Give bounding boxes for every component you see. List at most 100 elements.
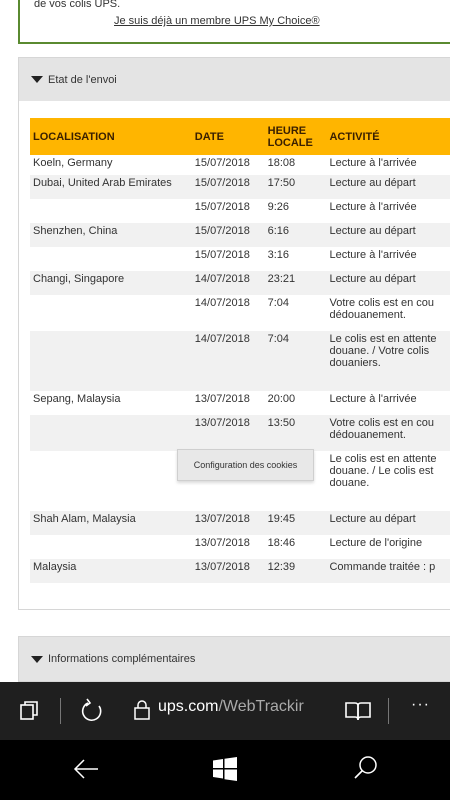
- tabs-icon[interactable]: [19, 701, 39, 721]
- cell-activity: Votre colis est en cou dédouanement.: [329, 297, 435, 321]
- cell-time: 19:45: [264, 511, 327, 535]
- cell-location: [30, 295, 192, 331]
- url-field[interactable]: ups.com/WebTrackir: [158, 698, 333, 716]
- table-row: Shenzhen, China 15/07/2018 6:16 Lecture au …: [30, 223, 450, 247]
- promo-text: de vos colis UPS.: [34, 0, 121, 10]
- cell-activity: Lecture au départ: [326, 175, 450, 199]
- cell-location: Changi, Singapore: [30, 271, 192, 295]
- table-row: Sepang, Malaysia 13/07/2018 20:00 Lecture à…: [30, 391, 450, 415]
- cell-activity: Lecture à l'arrivée: [329, 157, 417, 169]
- table-row: 13/07/2018 13:50 Votre colis est en cou dé…: [30, 415, 450, 451]
- cell-location: Shenzhen, China: [30, 223, 192, 247]
- cell-time: 6:16: [264, 223, 327, 247]
- web-page: de vos colis UPS. Je suis déjà un membre…: [0, 0, 450, 682]
- member-login-link[interactable]: Je suis déjà un membre UPS My Choice®: [114, 15, 320, 27]
- table-row: Malaysia 13/07/2018 12:39 Commande traitée …: [30, 559, 450, 583]
- cell-location: Malaysia: [30, 559, 192, 583]
- cell-time: 18:46: [267, 537, 296, 549]
- cookie-settings-button[interactable]: Configuration des cookies: [177, 449, 314, 481]
- cell-date: 13/07/2018: [194, 393, 250, 405]
- column-header-time: HEURE LOCALE: [264, 118, 327, 155]
- column-header-activity: ACTIVITÉ: [326, 118, 450, 155]
- cell-location: Sepang, Malaysia: [33, 393, 121, 405]
- table-row: 15/07/2018 3:16 Lecture à l'arrivée: [30, 247, 450, 271]
- cell-date: 13/07/2018: [191, 511, 265, 535]
- cell-date: 15/07/2018: [194, 157, 250, 169]
- table-row: 14/07/2018 7:04 Votre colis est en cou déd…: [30, 295, 450, 331]
- cell-time: 20:00: [267, 393, 296, 405]
- back-icon[interactable]: [72, 757, 100, 781]
- more-icon[interactable]: ···: [411, 696, 430, 714]
- shipment-status-title: Etat de l'envoi: [48, 73, 117, 86]
- table-row: Koeln, Germany 15/07/2018 18:08 Lecture à l…: [30, 155, 450, 175]
- windows-icon[interactable]: [212, 757, 238, 781]
- shipment-status-header[interactable]: Etat de l'envoi: [19, 58, 450, 101]
- toolbar-divider: [60, 698, 61, 724]
- cell-activity: Lecture à l'arrivée: [329, 249, 417, 261]
- browser-address-bar: ups.com/WebTrackir ···: [0, 682, 450, 740]
- table-row: Dubai, United Arab Emirates 15/07/2018 17:…: [30, 175, 450, 199]
- cell-activity: Lecture au départ: [326, 271, 450, 295]
- cell-time: 12:39: [264, 559, 327, 583]
- table-row: Changi, Singapore 14/07/2018 23:21 Lecture …: [30, 271, 450, 295]
- cell-location: Koeln, Germany: [33, 157, 113, 169]
- lock-icon: [134, 700, 150, 720]
- cell-activity: Commande traitée : p: [326, 559, 450, 583]
- cell-activity: Lecture de l'origine: [329, 537, 423, 549]
- cell-time: 18:08: [267, 157, 296, 169]
- cell-location: [30, 535, 192, 559]
- cell-time: 23:21: [264, 271, 327, 295]
- caret-down-icon: [31, 76, 43, 83]
- url-host: ups.com: [158, 698, 219, 715]
- cell-location: Dubai, United Arab Emirates: [30, 175, 192, 199]
- additional-info-header[interactable]: Informations complémentaires: [18, 636, 450, 682]
- toolbar-divider: [388, 698, 389, 724]
- cell-time: 3:16: [267, 249, 290, 261]
- cell-location: [30, 415, 192, 451]
- table-row: 15/07/2018 9:26 Lecture à l'arrivée: [30, 199, 450, 223]
- cell-activity: Lecture à l'arrivée: [329, 393, 417, 405]
- tracking-table: LOCALISATION DATE HEURE LOCALE ACTIVITÉ …: [30, 118, 450, 583]
- cell-date: 15/07/2018: [194, 201, 250, 213]
- cell-time: 7:04: [267, 297, 290, 309]
- cell-date: 15/07/2018: [191, 175, 265, 199]
- cell-activity: Lecture au départ: [326, 511, 450, 535]
- column-header-location: LOCALISATION: [30, 118, 192, 155]
- cell-time: 7:04: [264, 331, 327, 391]
- cell-location: [30, 331, 192, 391]
- table-row: 14/07/2018 7:04 Le colis est en attente do…: [30, 331, 450, 391]
- cell-activity: Lecture au départ: [326, 223, 450, 247]
- caret-down-icon: [31, 655, 43, 663]
- cell-location: [30, 199, 192, 223]
- tracking-rows: Koeln, Germany 15/07/2018 18:08 Lecture à l…: [30, 155, 450, 583]
- cell-date: 14/07/2018: [194, 297, 250, 309]
- column-header-date: DATE: [191, 118, 265, 155]
- mychoice-promo: de vos colis UPS. Je suis déjà un membre…: [18, 0, 450, 44]
- cell-activity: Lecture à l'arrivée: [329, 201, 417, 213]
- cell-location: Shah Alam, Malaysia: [30, 511, 192, 535]
- cell-date: 15/07/2018: [194, 249, 250, 261]
- cell-location: [30, 451, 192, 511]
- url-path: /WebTrackir: [218, 698, 304, 715]
- cell-time: 13:50: [264, 415, 327, 451]
- refresh-icon[interactable]: [79, 698, 105, 724]
- cell-activity: Le colis est en attente douane. / Le col…: [329, 453, 437, 489]
- cell-time: 9:26: [267, 201, 290, 213]
- cell-time: 17:50: [264, 175, 327, 199]
- cell-date: 14/07/2018: [191, 271, 265, 295]
- cell-date: 13/07/2018: [191, 415, 265, 451]
- cell-location: [30, 247, 192, 271]
- additional-info-title: Informations complémentaires: [48, 653, 196, 665]
- shipment-status-panel: Etat de l'envoi LOCALISATION DATE HEURE …: [18, 57, 450, 610]
- system-nav-bar: [0, 740, 450, 800]
- cell-activity: Votre colis est en cou dédouanement.: [326, 415, 450, 451]
- cell-date: 15/07/2018: [191, 223, 265, 247]
- cell-activity: Le colis est en attente douane. / Votre …: [326, 331, 450, 391]
- table-row: Shah Alam, Malaysia 13/07/2018 19:45 Lectur…: [30, 511, 450, 535]
- cell-date: 13/07/2018: [191, 559, 265, 583]
- cell-date: 13/07/2018: [194, 537, 250, 549]
- table-row: 13/07/2018 18:46 Lecture de l'origine: [30, 535, 450, 559]
- search-icon[interactable]: [353, 755, 379, 781]
- table-header-row: LOCALISATION DATE HEURE LOCALE ACTIVITÉ: [30, 118, 450, 155]
- reading-view-icon[interactable]: [344, 700, 372, 722]
